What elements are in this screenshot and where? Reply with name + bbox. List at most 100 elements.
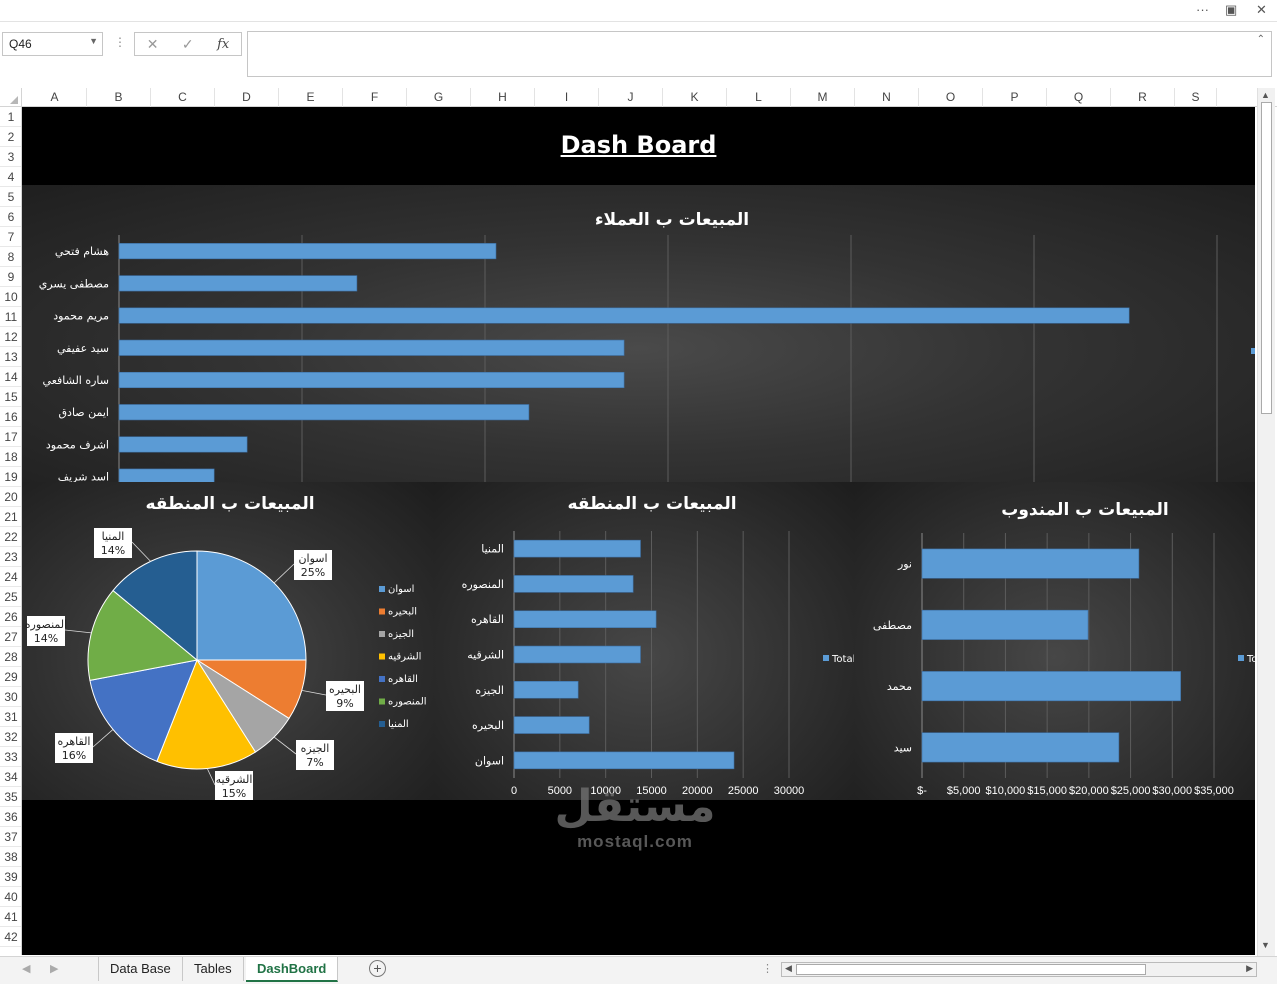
scroll-up-icon[interactable]: ▲ (1261, 90, 1270, 100)
row-header-42[interactable]: 42 (0, 927, 21, 947)
row-header-30[interactable]: 30 (0, 687, 21, 707)
collapse-formula-icon[interactable]: ⌃ (1257, 34, 1265, 45)
row-header-38[interactable]: 38 (0, 847, 21, 867)
column-header-c[interactable]: C (151, 88, 215, 107)
row-header-20[interactable]: 20 (0, 487, 21, 507)
column-header-k[interactable]: K (663, 88, 727, 107)
row-header-5[interactable]: 5 (0, 187, 21, 207)
vertical-scrollbar[interactable]: ▲ ▼ (1257, 88, 1275, 956)
enter-icon[interactable]: ✓ (182, 36, 194, 53)
row-header-19[interactable]: 19 (0, 467, 21, 487)
more-options-button[interactable]: ··· (1196, 2, 1209, 17)
row-header-14[interactable]: 14 (0, 367, 21, 387)
column-header-q[interactable]: Q (1047, 88, 1111, 107)
prev-sheet-icon[interactable]: ◀ (22, 962, 30, 975)
row-header-34[interactable]: 34 (0, 767, 21, 787)
row-header-11[interactable]: 11 (0, 307, 21, 327)
name-box[interactable]: Q46 ▼ (2, 32, 103, 56)
row-header-15[interactable]: 15 (0, 387, 21, 407)
drag-handle-icon[interactable]: ⋮ (114, 35, 126, 49)
column-header-m[interactable]: M (791, 88, 855, 107)
column-header-n[interactable]: N (855, 88, 919, 107)
row-header-36[interactable]: 36 (0, 807, 21, 827)
row-header-10[interactable]: 10 (0, 287, 21, 307)
bar-3 (118, 307, 1130, 324)
close-icon[interactable]: ✕ (1256, 2, 1267, 18)
row-header-28[interactable]: 28 (0, 647, 21, 667)
legend-label: Total (831, 654, 854, 665)
tab-data-base[interactable]: Data Base (98, 957, 183, 981)
vertical-scroll-thumb[interactable] (1261, 102, 1272, 414)
row-header-25[interactable]: 25 (0, 587, 21, 607)
row-header-12[interactable]: 12 (0, 327, 21, 347)
category-label: الشرقيه (467, 649, 504, 662)
next-sheet-icon[interactable]: ▶ (50, 962, 58, 975)
horizontal-scrollbar[interactable]: ◀ ▶ (781, 962, 1257, 977)
scroll-right-icon[interactable]: ▶ (1246, 963, 1253, 974)
row-header-39[interactable]: 39 (0, 867, 21, 887)
column-header-i[interactable]: I (535, 88, 599, 107)
row-header-18[interactable]: 18 (0, 447, 21, 467)
row-header-26[interactable]: 26 (0, 607, 21, 627)
row-header-8[interactable]: 8 (0, 247, 21, 267)
column-header-p[interactable]: P (983, 88, 1047, 107)
row-header-24[interactable]: 24 (0, 567, 21, 587)
row-header-27[interactable]: 27 (0, 627, 21, 647)
sales-by-region-pie-chart[interactable]: المبيعات ب المنطقه اسوان 25% البحيره 9% الجيز… (22, 482, 434, 800)
chevron-down-icon[interactable]: ▼ (89, 36, 98, 46)
sales-by-region-bar-chart[interactable]: المبيعات ب المنطقه 0 5000 10000 15000 20000 25… (434, 482, 854, 800)
scroll-down-icon[interactable]: ▼ (1261, 940, 1270, 950)
cancel-icon[interactable]: ✕ (147, 36, 159, 53)
data-label-name: البحيره (329, 683, 361, 696)
insert-function-button[interactable]: fx (217, 37, 229, 52)
column-header-j[interactable]: J (599, 88, 663, 107)
column-header-f[interactable]: F (343, 88, 407, 107)
row-header-29[interactable]: 29 (0, 667, 21, 687)
row-header-40[interactable]: 40 (0, 887, 21, 907)
row-header-4[interactable]: 4 (0, 167, 21, 187)
column-header-l[interactable]: L (727, 88, 791, 107)
column-header-d[interactable]: D (215, 88, 279, 107)
column-header-r[interactable]: R (1111, 88, 1175, 107)
row-header-41[interactable]: 41 (0, 907, 21, 927)
tab-split-handle[interactable]: ⋮ (762, 962, 773, 975)
row-header-1[interactable]: 1 (0, 107, 21, 127)
row-header-13[interactable]: 13 (0, 347, 21, 367)
tab-tables[interactable]: Tables (183, 957, 244, 981)
category-label: المنصوره (462, 578, 504, 591)
column-header-o[interactable]: O (919, 88, 983, 107)
row-header-17[interactable]: 17 (0, 427, 21, 447)
data-label: المنصوره14% (25, 616, 67, 646)
row-header-37[interactable]: 37 (0, 827, 21, 847)
bar-4 (513, 645, 641, 664)
scroll-left-icon[interactable]: ◀ (785, 963, 792, 974)
row-header-23[interactable]: 23 (0, 547, 21, 567)
row-header-7[interactable]: 7 (0, 227, 21, 247)
sales-by-rep-chart[interactable]: المبيعات ب المندوب $- $5,000 $10,000 $15,000… (854, 482, 1255, 800)
column-header-s[interactable]: S (1175, 88, 1217, 107)
horizontal-scroll-thumb[interactable] (796, 964, 1146, 975)
select-all-button[interactable] (0, 88, 22, 107)
row-header-16[interactable]: 16 (0, 407, 21, 427)
row-header-3[interactable]: 3 (0, 147, 21, 167)
row-header-6[interactable]: 6 (0, 207, 21, 227)
row-header-22[interactable]: 22 (0, 527, 21, 547)
column-header-e[interactable]: E (279, 88, 343, 107)
column-header-g[interactable]: G (407, 88, 471, 107)
row-header-32[interactable]: 32 (0, 727, 21, 747)
formula-input[interactable]: ⌃ (247, 31, 1272, 77)
row-header-9[interactable]: 9 (0, 267, 21, 287)
sales-by-customer-chart[interactable]: المبيعات ب العملاء$-$5,000$10,000$15,000… (22, 185, 1255, 482)
column-header-h[interactable]: H (471, 88, 535, 107)
row-header-2[interactable]: 2 (0, 127, 21, 147)
sales-by-region-bar-svg: المبيعات ب المنطقه0 5000 10000 15000 20000 25… (462, 494, 854, 797)
column-header-a[interactable]: A (23, 88, 87, 107)
restore-icon[interactable]: ▣ (1225, 2, 1237, 18)
row-header-31[interactable]: 31 (0, 707, 21, 727)
row-header-33[interactable]: 33 (0, 747, 21, 767)
row-header-21[interactable]: 21 (0, 507, 21, 527)
column-header-b[interactable]: B (87, 88, 151, 107)
tab-dashboard[interactable]: DashBoard (246, 957, 339, 982)
add-sheet-button[interactable]: + (369, 960, 386, 977)
row-header-35[interactable]: 35 (0, 787, 21, 807)
